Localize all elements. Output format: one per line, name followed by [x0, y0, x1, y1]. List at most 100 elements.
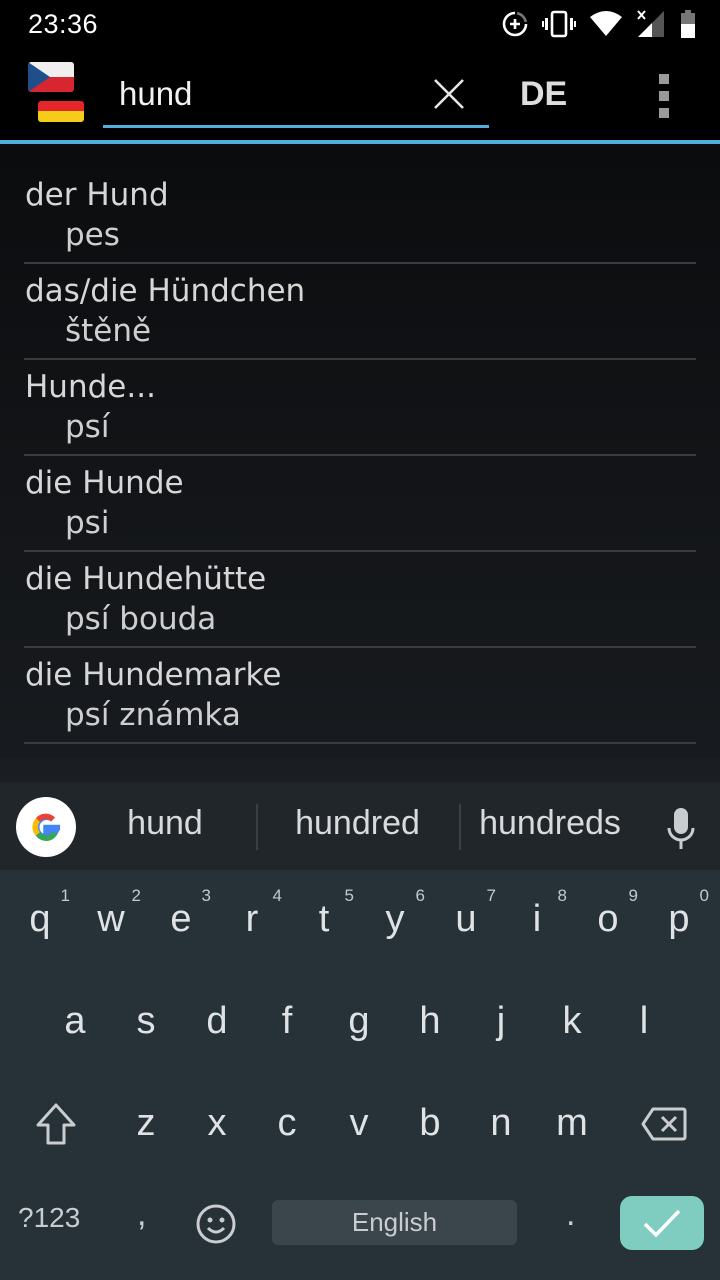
key-label: n — [490, 1102, 512, 1144]
key-o[interactable]: o9 — [572, 870, 644, 970]
suggestion-divider — [459, 804, 461, 850]
key-v[interactable]: v — [323, 1074, 395, 1174]
key-hint: 9 — [628, 886, 638, 905]
result-term: das/die Hündchen — [25, 273, 306, 309]
key-w[interactable]: w2 — [75, 870, 147, 970]
search-input[interactable] — [119, 72, 419, 116]
period-key[interactable]: . — [566, 1195, 575, 1234]
key-j[interactable]: j — [465, 972, 537, 1072]
key-label: h — [419, 1000, 441, 1042]
key-r[interactable]: r4 — [216, 870, 288, 970]
result-term: der Hund — [25, 177, 169, 213]
overflow-menu-icon-dot — [659, 91, 669, 101]
key-hint: 3 — [201, 886, 211, 905]
voice-input-button[interactable] — [664, 806, 698, 850]
key-hint: 5 — [344, 886, 354, 905]
backspace-icon — [641, 1107, 687, 1141]
key-hint: 7 — [486, 886, 496, 905]
status-time: 23:36 — [28, 9, 99, 39]
key-k[interactable]: k — [536, 972, 608, 1072]
status-icons — [502, 8, 696, 40]
status-bar: 23:36 — [0, 0, 720, 48]
keyboard-suggestion-bar: hund hundred hundreds — [0, 782, 720, 870]
key-label: m — [556, 1102, 588, 1144]
result-item[interactable]: der Hund pes — [24, 168, 696, 264]
overflow-menu-icon-dot — [659, 74, 669, 84]
key-s[interactable]: s — [110, 972, 182, 1072]
key-x[interactable]: x — [181, 1074, 253, 1174]
backspace-key[interactable] — [628, 1088, 700, 1160]
key-label: z — [136, 1102, 156, 1144]
key-a[interactable]: a — [39, 972, 111, 1072]
key-m[interactable]: m — [536, 1074, 608, 1174]
key-g[interactable]: g — [323, 972, 395, 1072]
key-label: b — [419, 1102, 441, 1144]
result-term: die Hundemarke — [25, 657, 282, 693]
key-h[interactable]: h — [394, 972, 466, 1072]
key-label: a — [64, 1000, 86, 1042]
key-f[interactable]: f — [251, 972, 323, 1072]
google-logo-icon — [32, 813, 61, 841]
key-z[interactable]: z — [110, 1074, 182, 1174]
key-u[interactable]: u7 — [430, 870, 502, 970]
shift-icon — [36, 1103, 76, 1145]
key-l[interactable]: l — [608, 972, 680, 1072]
result-term: die Hundehütte — [25, 561, 267, 597]
result-translation: pes — [65, 217, 120, 253]
result-translation: psí — [65, 409, 110, 445]
result-translation: štěně — [65, 313, 152, 349]
enter-key[interactable] — [620, 1196, 704, 1250]
key-p[interactable]: p0 — [643, 870, 715, 970]
results-list[interactable]: der Hund pes das/die Hündchen štěně Hund… — [0, 144, 720, 782]
key-label: f — [281, 1000, 293, 1042]
german-flag-icon — [38, 101, 84, 122]
key-label: k — [562, 1000, 582, 1042]
key-c[interactable]: c — [251, 1074, 323, 1174]
key-y[interactable]: y6 — [359, 870, 431, 970]
key-label: g — [348, 1000, 370, 1042]
result-item[interactable]: die Hundemarke psí známka — [24, 648, 696, 744]
symbols-key[interactable]: ?123 — [18, 1202, 80, 1234]
result-term: Hunde... — [25, 369, 156, 405]
battery-icon — [681, 10, 695, 38]
language-toggle-button[interactable]: DE — [520, 75, 567, 114]
key-d[interactable]: d — [181, 972, 253, 1072]
key-e[interactable]: e3 — [145, 870, 217, 970]
result-item[interactable]: Hunde... psí — [24, 360, 696, 456]
suggestion-3[interactable]: hundreds — [466, 804, 634, 848]
comma-key[interactable]: , — [137, 1195, 146, 1234]
toolbar: DE — [0, 48, 720, 142]
key-b[interactable]: b — [394, 1074, 466, 1174]
google-button[interactable] — [16, 797, 76, 857]
wifi-icon — [590, 11, 622, 36]
key-label: c — [277, 1102, 297, 1144]
result-item[interactable]: das/die Hündchen štěně — [24, 264, 696, 360]
microphone-icon — [667, 808, 695, 849]
list-bottom-edge — [0, 758, 720, 782]
key-hint: 2 — [131, 886, 141, 905]
emoji-key[interactable] — [192, 1200, 240, 1248]
language-direction-button[interactable] — [27, 62, 87, 128]
key-q[interactable]: q1 — [4, 870, 76, 970]
key-label: s — [136, 1000, 156, 1042]
search-field[interactable] — [103, 58, 489, 128]
key-t[interactable]: t5 — [288, 870, 360, 970]
key-label: j — [496, 1000, 506, 1042]
signal-no-data-icon — [637, 10, 664, 37]
shift-key[interactable] — [20, 1088, 92, 1160]
result-item[interactable]: die Hundehütte psí bouda — [24, 552, 696, 648]
result-item[interactable]: die Hunde psi — [24, 456, 696, 552]
key-label: x — [207, 1102, 227, 1144]
suggestion-2[interactable]: hundred — [275, 804, 440, 848]
space-key[interactable]: English — [272, 1200, 517, 1245]
overflow-menu-button[interactable] — [652, 74, 676, 118]
suggestion-divider — [256, 804, 258, 850]
suggestion-1[interactable]: hund — [100, 804, 230, 848]
key-n[interactable]: n — [465, 1074, 537, 1174]
clear-search-button[interactable] — [431, 76, 467, 112]
key-label: l — [639, 1000, 649, 1042]
key-hint: 1 — [60, 886, 70, 905]
key-i[interactable]: i8 — [501, 870, 573, 970]
close-icon — [434, 79, 464, 109]
key-label: v — [349, 1102, 369, 1144]
